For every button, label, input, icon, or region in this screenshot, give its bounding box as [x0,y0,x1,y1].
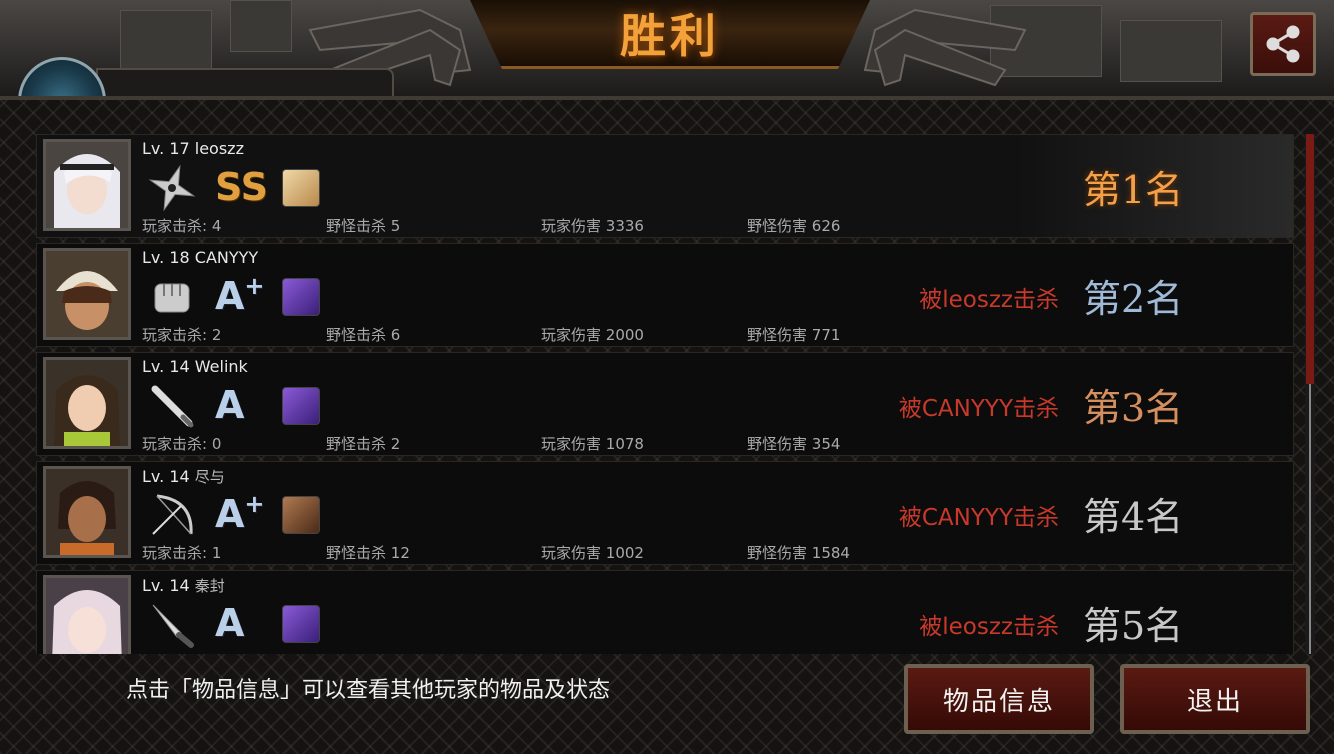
player-row-5[interactable]: Lv. 14 秦封 A 被leoszz击杀 第5名 [36,570,1294,654]
scrollbar-track [1309,384,1311,654]
killed-by-label: 被leoszz击杀 [919,614,1059,640]
player-damage-stat: 玩家伤害 3336 [541,217,644,235]
grade-badge: A+ [215,490,265,536]
player-level-name: Lv. 17 leoszz [142,139,244,158]
player-avatar[interactable] [43,139,131,231]
player-row-4[interactable]: Lv. 14 尽与 A+ 玩家击杀: 1 野怪击杀 12 玩家伤害 1002 野… [36,461,1294,565]
monster-kills-stat: 野怪击杀 2 [326,435,401,453]
crossed-blades-item-icon[interactable] [282,496,320,534]
monster-damage-stat: 野怪伤害 1584 [747,544,850,562]
monster-damage-stat: 野怪伤害 626 [747,217,841,235]
rank-label: 第4名 [1083,495,1184,539]
player-level-name: Lv. 18 CANYYY [142,248,259,267]
shuriken-icon [148,164,196,212]
player-damage-stat: 玩家伤害 2000 [541,326,644,344]
player-kills-stat: 玩家击杀: 2 [142,326,222,344]
player-row-1[interactable]: Lv. 17 leoszz SS 玩家击杀: 4 野怪击杀 5 玩家伤害 333… [36,134,1294,238]
title-banner: 胜利 [470,0,870,69]
grade-badge: A+ [215,272,265,318]
player-avatar[interactable] [43,248,131,340]
purple-gear-item-icon[interactable] [282,387,320,425]
bow-icon [152,494,193,535]
player-damage-stat: 玩家伤害 1078 [541,435,644,453]
player-avatar[interactable] [43,466,131,558]
scrollbar-thumb[interactable] [1306,134,1314,384]
player-kills-stat: 玩家击杀: 1 [142,544,222,562]
fist-icon [154,283,190,313]
background-building [120,10,212,72]
player-kills-stat: 玩家击杀: 0 [142,435,222,453]
bat-icon [151,385,194,428]
item-info-button[interactable]: 物品信息 [904,664,1094,734]
player-row-2[interactable]: Lv. 18 CANYYY A+ 玩家击杀: 2 野怪击杀 6 玩家伤害 200… [36,243,1294,347]
killed-by-label: 被CANYYY击杀 [898,396,1059,422]
player-kills-stat: 玩家击杀: 4 [142,217,222,235]
hint-text: 点击「物品信息」可以查看其他玩家的物品及状态 [126,678,611,703]
player-results-list[interactable]: Lv. 17 leoszz SS 玩家击杀: 4 野怪击杀 5 玩家伤害 333… [36,134,1294,654]
grade-badge: A [215,601,245,645]
knife-icon [152,604,194,648]
background-building [1120,20,1222,82]
avatar-portrait-pink-hair [46,578,128,654]
killed-by-label: 被CANYYY击杀 [898,505,1059,531]
avatar-portrait-white-hair [46,142,128,228]
monster-damage-stat: 野怪伤害 354 [747,435,841,453]
player-row-3[interactable]: Lv. 14 Welink A 玩家击杀: 0 野怪击杀 2 玩家伤害 1078… [36,352,1294,456]
victory-title: 胜利 [620,9,720,63]
rank-label: 第1名 [1083,168,1184,212]
background-building [230,0,292,52]
avatar-portrait-dark-hair [46,360,128,446]
monster-kills-stat: 野怪击杀 6 [326,326,401,344]
scroll-item-icon[interactable] [282,169,320,207]
player-avatar[interactable] [43,357,131,449]
share-button[interactable] [1250,12,1316,76]
player-level-name: Lv. 14 尽与 [142,467,225,486]
right-revolvers-emblem [863,8,1027,87]
list-scrollbar[interactable] [1305,134,1315,654]
rank-label: 第2名 [1083,277,1184,321]
exit-button[interactable]: 退出 [1120,664,1310,734]
purple-gear-item-icon[interactable] [282,278,320,316]
monster-damage-stat: 野怪伤害 771 [747,326,841,344]
player-level-name: Lv. 14 Welink [142,357,248,376]
share-icon [1266,25,1300,63]
grade-badge: SS [215,165,269,209]
purple-gear-item-icon[interactable] [282,605,320,643]
monster-kills-stat: 野怪击杀 5 [326,217,401,235]
monster-kills-stat: 野怪击杀 12 [326,544,410,562]
avatar-portrait-cap [46,251,128,337]
player-damage-stat: 玩家伤害 1002 [541,544,644,562]
player-avatar[interactable] [43,575,131,654]
grade-badge: A [215,383,245,427]
rank-label: 第5名 [1083,604,1184,648]
killed-by-label: 被leoszz击杀 [919,287,1059,313]
player-level-name: Lv. 14 秦封 [142,576,225,595]
avatar-portrait-tan [46,469,128,555]
rank-label: 第3名 [1083,386,1184,430]
